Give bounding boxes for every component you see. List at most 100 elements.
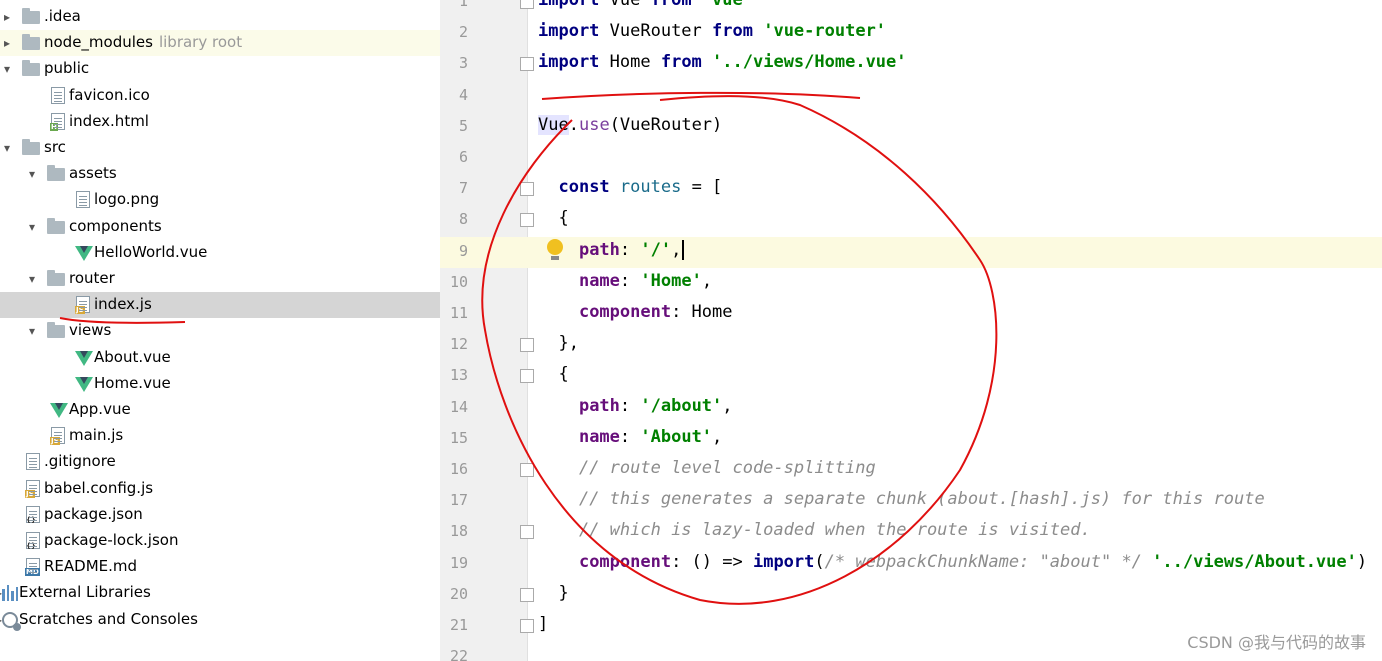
line-number: 15 [449, 428, 468, 447]
code-text: component: Home [578, 302, 733, 322]
tree-item-label: package.json [44, 504, 143, 523]
tree-item-label: index.html [69, 111, 149, 130]
tree-item-home-vue[interactable]: Home.vue [0, 371, 440, 397]
fold-marker-icon[interactable] [520, 213, 534, 228]
code-line[interactable]: 7 const routes = [ const routes = [ [440, 174, 1382, 205]
code-line[interactable]: 4 [440, 81, 1382, 112]
code-line[interactable]: 11 component: Home component: Home [440, 299, 1382, 330]
fold-marker-icon[interactable] [520, 463, 534, 477]
fold-marker-icon[interactable] [520, 619, 534, 633]
chevron-down-icon[interactable]: ▾ [25, 323, 39, 339]
tree-item-external-libraries[interactable]: ▸External Libraries [0, 580, 440, 606]
code-line[interactable]: 13 { { [440, 361, 1382, 392]
tree-item-label: assets [69, 164, 117, 183]
fold-marker-icon[interactable] [520, 338, 534, 353]
libraries-icon [2, 585, 18, 602]
chevron-right-icon[interactable]: ▸ [0, 35, 14, 51]
fold-marker-icon[interactable] [520, 525, 534, 540]
tree-item-label: Scratches and Consoles [19, 609, 198, 628]
code-line[interactable]: 15 name: 'About', name: 'About', [440, 424, 1382, 455]
code-line[interactable]: 10 name: 'Home', name: 'Home', [440, 268, 1382, 299]
tree-item-components[interactable]: ▾ components [0, 214, 440, 240]
tree-item-public[interactable]: ▾ public [0, 56, 440, 82]
tree-item-node-modules[interactable]: ▸ node_modules library root [0, 30, 440, 57]
code-line[interactable]: 5Vue.use(VueRouter)Vue.use(VueRouter) [440, 112, 1382, 143]
tree-item-label: logo.png [94, 190, 160, 209]
code-text: // which is lazy-loaded when the route i… [578, 520, 1091, 541]
chevron-down-icon[interactable]: ▾ [0, 140, 14, 156]
tree-item-helloworld-vue[interactable]: HelloWorld.vue [0, 240, 440, 266]
fold-marker-icon[interactable] [520, 57, 534, 72]
code-line[interactable]: 8 { { [440, 205, 1382, 236]
code-line[interactable]: 2import VueRouter from 'vue-router'impor… [440, 18, 1382, 49]
code-line[interactable]: 17 // this generates a separate chunk (a… [440, 486, 1382, 517]
tree-item-favicon-ico[interactable]: favicon.ico [0, 83, 440, 109]
code-text: import VueRouter from 'vue-router' [538, 21, 887, 42]
md-file-icon: MD [25, 558, 40, 577]
chevron-down-icon[interactable]: ▾ [0, 61, 14, 77]
chevron-down-icon[interactable]: ▾ [25, 271, 39, 287]
tree-item-label: src [44, 138, 66, 156]
fold-marker-icon[interactable] [520, 182, 534, 197]
tree-item-about-vue[interactable]: About.vue [0, 345, 440, 371]
tree-item-label: components [69, 216, 162, 235]
code-text: // this generates a separate chunk (abou… [578, 489, 1265, 510]
tree-item-main-js[interactable]: JS main.js [0, 423, 440, 449]
tree-item-sublabel: library root [158, 33, 243, 52]
code-line[interactable]: 18 // which is lazy-loaded when the rout… [440, 517, 1382, 548]
code-text: const routes = [ [558, 177, 723, 198]
tree-item-logo-png[interactable]: logo.png [0, 187, 440, 213]
code-text: path: '/', [538, 239, 685, 260]
tree-item-label: HelloWorld.vue [94, 242, 208, 261]
tree-item-babel-config-js[interactable]: JS babel.config.js [0, 476, 440, 502]
code-line[interactable]: 1import Vue from 'vue'import Vue from 'v… [440, 0, 1382, 18]
chevron-down-icon[interactable]: ▾ [25, 166, 39, 182]
code-line[interactable]: 16 // route level code-splitting // rout… [440, 455, 1382, 486]
image-file-icon [76, 191, 90, 209]
code-editor[interactable]: 1import Vue from 'vue'import Vue from 'v… [440, 0, 1382, 661]
folder-icon [22, 60, 40, 77]
tree-item-app-vue[interactable]: App.vue [0, 397, 440, 423]
line-number: 7 [458, 179, 468, 198]
line-number: 22 [449, 647, 468, 661]
tree-item-index-html[interactable]: Hindex.html [0, 109, 440, 135]
tree-item-label: favicon.ico [69, 85, 150, 104]
folder-icon [47, 165, 65, 182]
code-line[interactable]: 9 path: '/', path: '/', [440, 236, 1382, 268]
json-file-icon: {} [26, 505, 40, 524]
code-text: import Vue from 'vue' [538, 0, 753, 10]
tree-item-router[interactable]: ▾ router [0, 266, 440, 292]
tree-item-index-js[interactable]: JS index.js [0, 292, 440, 319]
tree-item-idea[interactable]: ▸ .idea [0, 4, 440, 30]
code-line[interactable]: 19 component: () => import(/* webpackChu… [440, 549, 1382, 580]
code-text: name: 'Home', [578, 270, 713, 291]
fold-marker-icon[interactable] [520, 369, 534, 384]
code-line[interactable]: 6 [440, 143, 1382, 174]
tree-item-assets[interactable]: ▾ assets [0, 161, 440, 187]
code-text: ] [538, 614, 549, 634]
tree-item-package-json[interactable]: {} package.json [0, 502, 440, 528]
code-line[interactable]: 12 }, }, [440, 330, 1382, 361]
tree-item-label: README.md [44, 557, 138, 576]
code-line[interactable]: 3import Home from '../views/Home.vue'imp… [440, 49, 1382, 80]
tree-item-scratches-and-consoles[interactable]: ▸Scratches and Consoles [0, 607, 440, 633]
line-number: 5 [458, 116, 468, 135]
code-line[interactable]: 20 } } [440, 580, 1382, 611]
tree-item-views[interactable]: ▾ views [0, 318, 440, 344]
chevron-down-icon[interactable]: ▾ [25, 219, 39, 235]
fold-marker-icon[interactable] [520, 587, 534, 602]
line-number: 17 [449, 491, 468, 510]
fold-marker-icon[interactable] [520, 0, 534, 9]
folder-icon [22, 8, 40, 24]
line-number: 14 [449, 397, 468, 416]
tree-item-gitignore[interactable]: .gitignore [0, 449, 440, 475]
chevron-right-icon[interactable]: ▸ [0, 9, 14, 25]
tree-item-readme-md[interactable]: MD README.md [0, 554, 440, 580]
tree-item-src[interactable]: ▾ src [0, 135, 440, 161]
tree-item-package-lock-json[interactable]: {} package-lock.json [0, 528, 440, 554]
line-number: 18 [449, 522, 468, 541]
tree-item-label: External Libraries [19, 583, 151, 602]
line-number: 9 [458, 241, 468, 260]
line-number: 11 [449, 304, 468, 322]
code-line[interactable]: 14 path: '/about', path: '/about', [440, 393, 1382, 424]
